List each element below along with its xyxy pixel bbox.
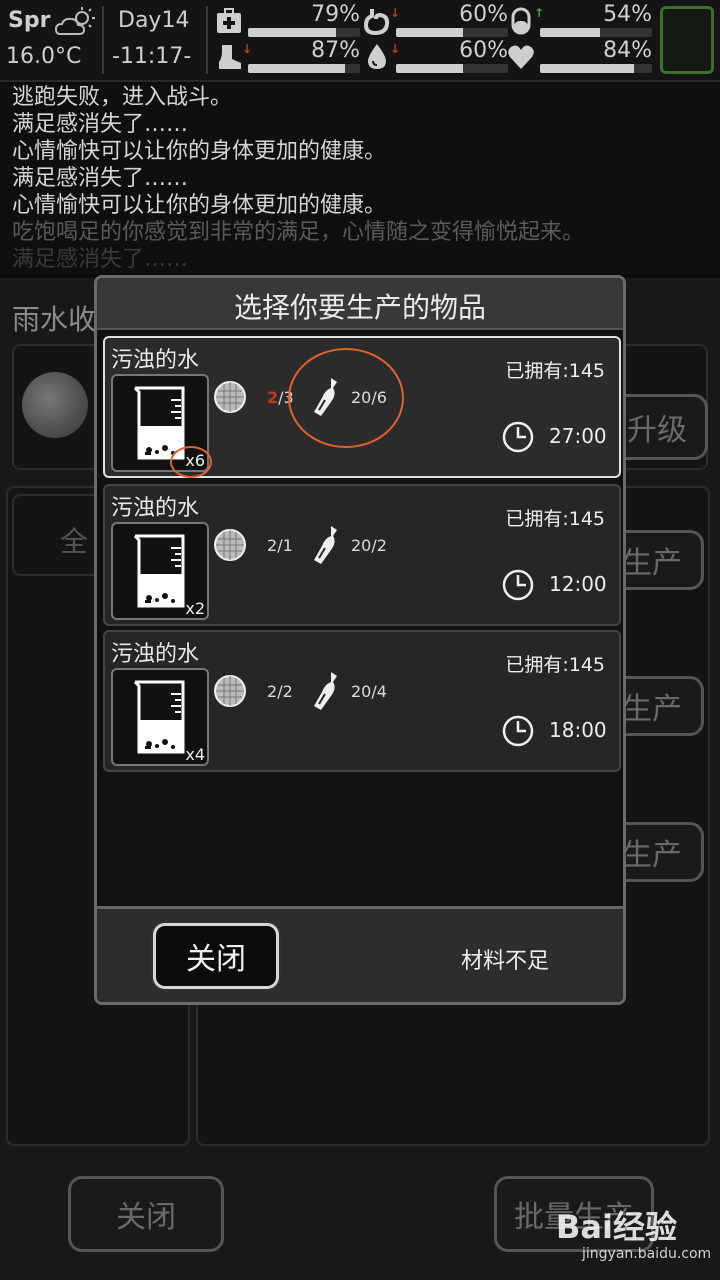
- production-time: 12:00: [549, 572, 607, 596]
- log-line: 满足感消失了……: [12, 247, 189, 272]
- trend-arrow: ↑: [534, 6, 545, 20]
- item-thumbnail: x2: [111, 522, 209, 620]
- log-line: 心情愉快可以让你的身体更加的健康。: [12, 193, 387, 218]
- stomach-icon: [363, 9, 390, 36]
- close-button-bg[interactable]: 关闭: [68, 1176, 224, 1252]
- equipment-slot[interactable]: [660, 6, 714, 74]
- owned-count: 已拥有:145: [505, 654, 605, 676]
- dirty-water-beaker-icon: [133, 680, 185, 754]
- trend-arrow: ↓: [390, 6, 401, 20]
- stat-bar: [540, 64, 652, 73]
- highlight-circle: [288, 348, 404, 448]
- filter-mesh-icon: [214, 381, 246, 413]
- status-bar: Spr 16.0°C Day14 -11:17- 79% ↓ 60% ↑ 54%…: [0, 0, 720, 82]
- stat-hunger: ↓ 60%: [362, 2, 512, 38]
- item-name: 污浊的水: [111, 348, 200, 373]
- stat-value: 60%: [459, 38, 508, 63]
- bottle-icon: [314, 526, 337, 564]
- owned-count: 已拥有:145: [505, 508, 605, 530]
- close-button[interactable]: 关闭: [153, 923, 279, 989]
- highlight-circle: [170, 446, 212, 478]
- trend-arrow: ↓: [242, 42, 253, 56]
- stat-bar: [248, 64, 360, 73]
- watermark-logo: Bai经验: [556, 1208, 677, 1246]
- production-time: 18:00: [549, 718, 607, 742]
- cloudy-sun-icon: [54, 7, 95, 35]
- stat-bar: [396, 64, 508, 73]
- dialog-footer: 关闭 材料不足: [97, 906, 623, 1002]
- game-clock: -11:17-: [112, 44, 192, 69]
- log-line: 满足感消失了……: [12, 166, 189, 191]
- production-time: 27:00: [549, 424, 607, 448]
- dialog-header: 选择你要生产的物品: [97, 278, 623, 330]
- item-name: 污浊的水: [111, 496, 200, 521]
- log-line: 满足感消失了……: [12, 112, 189, 137]
- stat-medicine: ↑ 54%: [506, 2, 656, 38]
- category-all-label: 全: [60, 525, 89, 558]
- baidu-jingyan-watermark: Bai经验 jingyan.baidu.com: [552, 1196, 712, 1268]
- stat-value: 54%: [603, 2, 652, 27]
- water-drop-icon: [368, 44, 386, 69]
- funnel-icon: [22, 372, 88, 438]
- item-thumbnail: x4: [111, 668, 209, 766]
- day-counter: Day14: [118, 8, 190, 33]
- stat-health: 79%: [214, 2, 364, 38]
- stat-bar: [396, 28, 508, 37]
- owned-count: 已拥有:145: [505, 360, 605, 382]
- material-count: 2/1: [267, 536, 293, 555]
- stat-stamina: ↓ 87%: [214, 38, 364, 74]
- stat-bar: [248, 28, 360, 37]
- clock-icon: [502, 569, 534, 601]
- log-line: 吃饱喝足的你感觉到非常的满足，心情随之变得愉悦起来。: [12, 220, 585, 245]
- clock-icon: [502, 421, 534, 453]
- panel-title: 雨水收: [12, 303, 97, 336]
- season-label: Spr: [8, 8, 51, 33]
- divider: [102, 6, 104, 74]
- log-line: 逃跑失败，进入战斗。: [12, 85, 233, 110]
- material-count: 20/2: [351, 536, 387, 555]
- first-aid-icon: [217, 8, 241, 33]
- boot-icon: [219, 45, 241, 69]
- recipe-item[interactable]: 污浊的水 x4 2/2 20/4 已拥有:145 18:00: [103, 630, 621, 772]
- divider: [206, 6, 208, 74]
- material-count: 20/4: [351, 682, 387, 701]
- stat-mood: 84%: [506, 38, 656, 74]
- stat-value: 84%: [603, 38, 652, 63]
- output-quantity: x4: [185, 745, 205, 764]
- watermark-url: jingyan.baidu.com: [582, 1246, 712, 1262]
- log-line: 心情愉快可以让你的身体更加的健康。: [12, 139, 387, 164]
- stat-value: 60%: [459, 2, 508, 27]
- filter-mesh-icon: [214, 675, 246, 707]
- stat-value: 79%: [311, 2, 360, 27]
- bottle-icon: [314, 672, 337, 710]
- dialog-title: 选择你要生产的物品: [233, 291, 486, 324]
- material-count: 2/2: [267, 682, 293, 701]
- filter-mesh-icon: [214, 529, 246, 561]
- recipe-item[interactable]: 污浊的水 x2 2/1 20/2 已拥有:145 12:00: [103, 484, 621, 626]
- clock-icon: [502, 715, 534, 747]
- heart-icon: [508, 45, 534, 69]
- insufficient-materials-message: 材料不足: [461, 949, 550, 974]
- output-quantity: x2: [185, 599, 205, 618]
- message-log: 逃跑失败，进入战斗。 满足感消失了…… 心情愉快可以让你的身体更加的健康。 满足…: [0, 84, 720, 274]
- trend-arrow: ↓: [390, 42, 401, 56]
- stat-thirst: ↓ 60%: [362, 38, 512, 74]
- pill-icon: [511, 7, 531, 35]
- stat-value: 87%: [311, 38, 360, 63]
- stat-bar: [540, 28, 652, 37]
- item-name: 污浊的水: [111, 642, 200, 667]
- temperature: 16.0°C: [6, 44, 82, 69]
- dirty-water-beaker-icon: [133, 534, 185, 608]
